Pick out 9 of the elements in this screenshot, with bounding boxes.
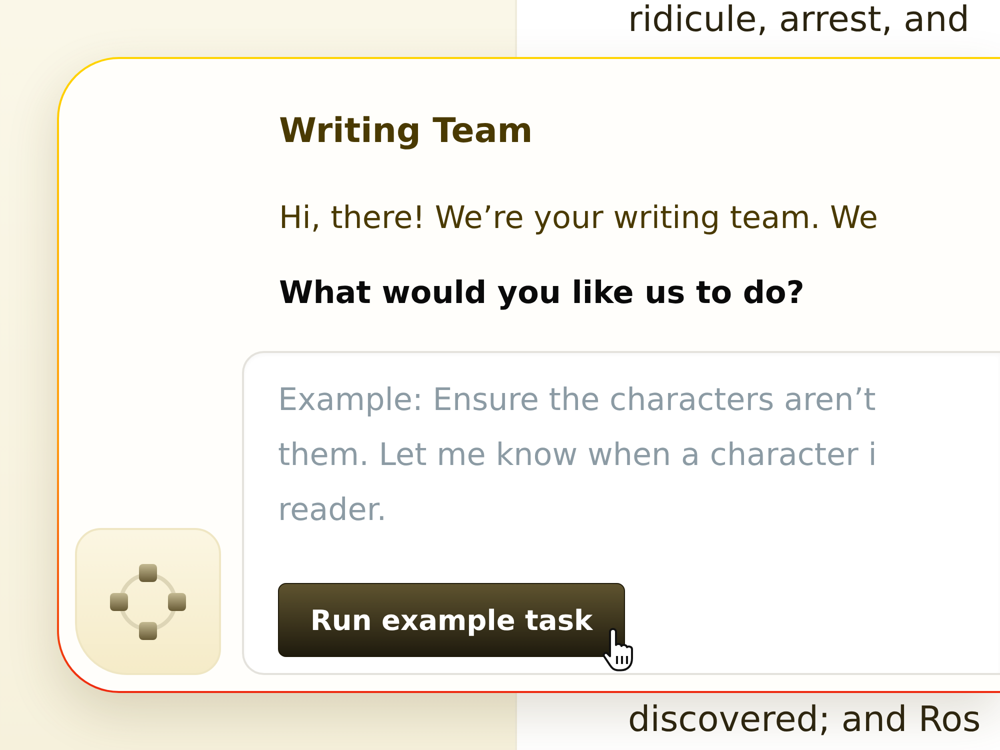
document-text: discovered; and Ros (628, 699, 982, 742)
question-text: What would you like us to do? (279, 274, 806, 313)
greeting-text: Hi, there! We’re your writing team. We (279, 199, 879, 238)
nodes-icon (109, 562, 187, 642)
document-text: ridicule, arrest, and (628, 0, 970, 40)
panel-title: Writing Team (279, 110, 534, 153)
task-input-field[interactable]: Example: Ensure the characters aren’t them. Let me know when a character i reader. Run example task (242, 351, 1000, 675)
run-task-button[interactable]: Run example task (278, 583, 625, 657)
app-tile[interactable] (75, 528, 221, 675)
